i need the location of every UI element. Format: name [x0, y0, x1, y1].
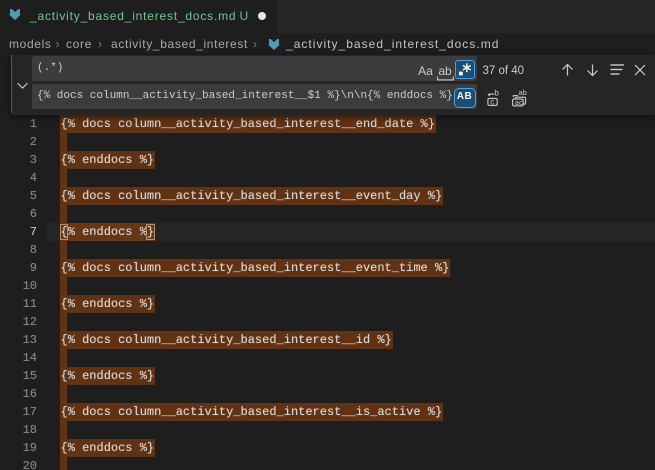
svg-text:b: b: [494, 88, 499, 97]
svg-text:c: c: [490, 97, 494, 106]
svg-text:ab: ab: [519, 88, 527, 97]
svg-text:ac: ac: [515, 98, 523, 107]
